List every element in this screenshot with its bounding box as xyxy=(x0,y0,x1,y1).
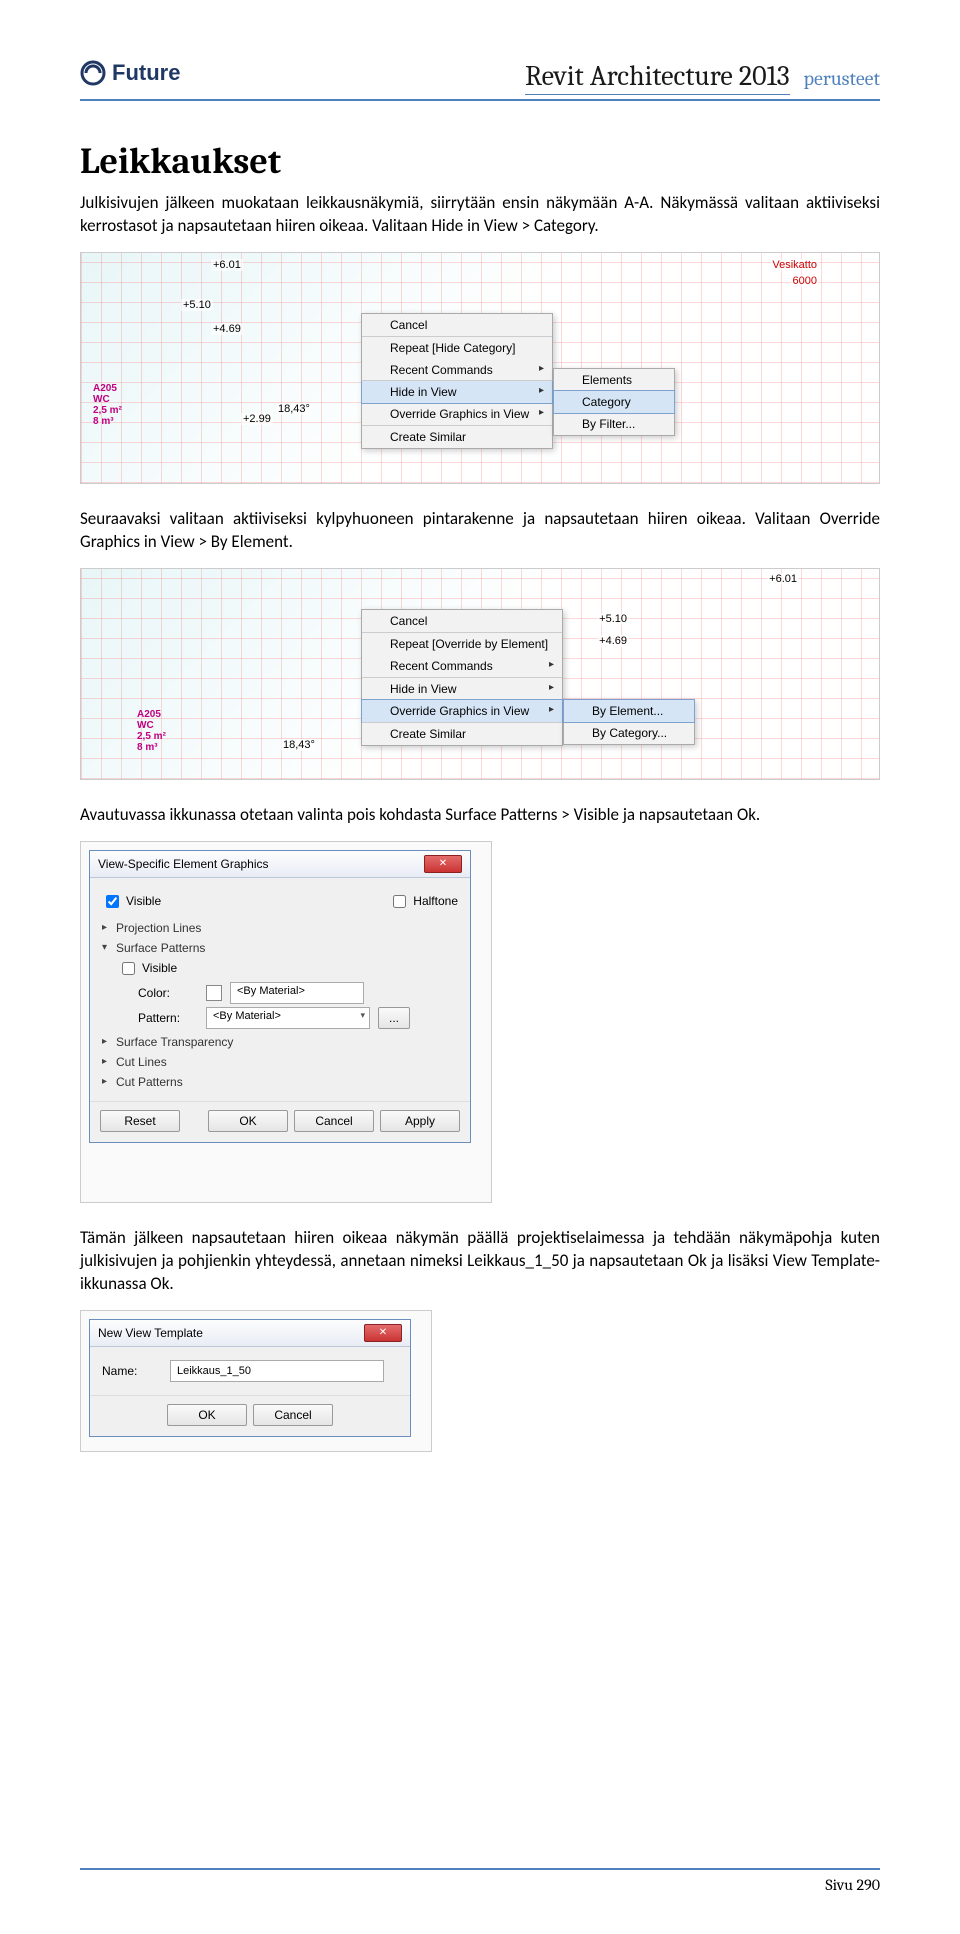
cut-lines-section[interactable]: Cut Lines xyxy=(102,1055,458,1069)
figure-override-graphics: +6.01 +5.10 +4.69 18,43° A205 WC 2,5 m² … xyxy=(80,568,880,780)
figure-view-specific-dialog: View-Specific Element Graphics ✕ Visible… xyxy=(80,841,492,1203)
menu-hide-in-view[interactable]: Hide in View xyxy=(362,677,562,700)
vesikatto-label: Vesikatto xyxy=(770,259,819,271)
dialog-titlebar: New View Template ✕ xyxy=(90,1320,410,1347)
cancel-button[interactable]: Cancel xyxy=(294,1110,374,1132)
context-submenu[interactable]: Elements Category By Filter... xyxy=(553,368,675,436)
level-label: +2.99 xyxy=(241,413,273,425)
paragraph-2: Seuraavaksi valitaan aktiiviseksi kylpyh… xyxy=(80,508,880,554)
cancel-button[interactable]: Cancel xyxy=(253,1404,333,1426)
view-specific-dialog: View-Specific Element Graphics ✕ Visible… xyxy=(89,850,471,1143)
room-wc: WC xyxy=(93,394,122,405)
room-area: 2,5 m² xyxy=(137,731,166,742)
logo: Future xyxy=(80,60,180,86)
level-label: +6.01 xyxy=(211,259,243,271)
menu-cancel[interactable]: Cancel xyxy=(362,314,552,336)
menu-cancel[interactable]: Cancel xyxy=(362,610,562,632)
angle-label: 18,43° xyxy=(276,403,312,415)
level-label: +4.69 xyxy=(597,635,629,647)
pattern-dropdown[interactable]: <By Material> xyxy=(206,1007,370,1029)
apply-button[interactable]: Apply xyxy=(380,1110,460,1132)
name-input[interactable] xyxy=(170,1360,384,1382)
room-id: A205 xyxy=(137,709,166,720)
page-number: Sivu 290 xyxy=(825,1876,880,1894)
level-label: +6.01 xyxy=(767,573,799,585)
halftone-checkbox[interactable]: Halftone xyxy=(389,892,458,911)
title-block: Revit Architecture 2013 perusteet xyxy=(525,60,880,95)
pattern-browse-button[interactable]: ... xyxy=(378,1007,410,1029)
future-logo-icon xyxy=(80,60,106,86)
close-icon[interactable]: ✕ xyxy=(364,1324,402,1342)
menu-repeat[interactable]: Repeat [Hide Category] xyxy=(362,336,552,359)
menu-hide-in-view[interactable]: Hide in View xyxy=(361,380,553,404)
room-vol: 8 m³ xyxy=(137,742,166,753)
context-menu[interactable]: Cancel Repeat [Override by Element] Rece… xyxy=(361,609,563,746)
logo-text: Future xyxy=(112,60,180,86)
submenu-by-element[interactable]: By Element... xyxy=(563,699,695,723)
menu-repeat[interactable]: Repeat [Override by Element] xyxy=(362,632,562,655)
halftone-label: Halftone xyxy=(413,894,458,908)
menu-recent[interactable]: Recent Commands xyxy=(362,359,552,381)
ok-button[interactable]: OK xyxy=(208,1110,288,1132)
context-menu[interactable]: Cancel Repeat [Hide Category] Recent Com… xyxy=(361,313,553,449)
vesikatto-value: 6000 xyxy=(791,275,819,287)
reset-button[interactable]: Reset xyxy=(100,1110,180,1132)
color-field[interactable]: <By Material> xyxy=(230,982,364,1004)
level-label: +5.10 xyxy=(597,613,629,625)
room-area: 2,5 m² xyxy=(93,405,122,416)
halftone-checkbox-input[interactable] xyxy=(393,895,406,908)
doc-title: Revit Architecture 2013 xyxy=(525,60,790,95)
context-submenu[interactable]: By Element... By Category... xyxy=(563,699,695,745)
surface-visible-checkbox[interactable]: Visible xyxy=(118,959,458,978)
paragraph-4: Tämän jälkeen napsautetaan hiiren oikeaa… xyxy=(80,1227,880,1296)
room-vol: 8 m³ xyxy=(93,416,122,427)
menu-override-graphics[interactable]: Override Graphics in View xyxy=(362,403,552,425)
menu-create-similar[interactable]: Create Similar xyxy=(362,722,562,745)
section-heading: Leikkaukset xyxy=(80,141,880,182)
paragraph-3: Avautuvassa ikkunassa otetaan valinta po… xyxy=(80,804,880,827)
room-wc: WC xyxy=(137,720,166,731)
surface-transparency-section[interactable]: Surface Transparency xyxy=(102,1035,458,1049)
visible-label: Visible xyxy=(126,894,161,908)
doc-subtitle: perusteet xyxy=(804,67,880,90)
submenu-by-filter[interactable]: By Filter... xyxy=(554,413,674,435)
color-label: Color: xyxy=(138,986,198,1000)
menu-create-similar[interactable]: Create Similar xyxy=(362,425,552,448)
visible-checkbox-input[interactable] xyxy=(106,895,119,908)
level-label: +4.69 xyxy=(211,323,243,335)
color-swatch[interactable] xyxy=(206,985,222,1001)
dialog-title: View-Specific Element Graphics xyxy=(98,857,269,871)
surface-visible-checkbox-input[interactable] xyxy=(122,962,135,975)
submenu-category[interactable]: Category xyxy=(553,390,675,414)
surface-visible-label: Visible xyxy=(142,961,177,975)
menu-recent[interactable]: Recent Commands xyxy=(362,655,562,677)
new-view-template-dialog: New View Template ✕ Name: OK Cancel xyxy=(89,1319,411,1437)
page-footer: Sivu 290 xyxy=(80,1868,880,1894)
angle-label: 18,43° xyxy=(281,739,317,751)
room-id: A205 xyxy=(93,383,122,394)
submenu-elements[interactable]: Elements xyxy=(554,369,674,391)
projection-lines-section[interactable]: Projection Lines xyxy=(102,921,458,935)
close-icon[interactable]: ✕ xyxy=(424,855,462,873)
figure-new-view-template: New View Template ✕ Name: OK Cancel xyxy=(80,1310,432,1452)
dialog-titlebar: View-Specific Element Graphics ✕ xyxy=(90,851,470,878)
figure-hide-in-view: +6.01 +5.10 +4.69 +2.99 18,43° Vesikatto… xyxy=(80,252,880,484)
ok-button[interactable]: OK xyxy=(167,1404,247,1426)
visible-checkbox[interactable]: Visible xyxy=(102,892,161,911)
level-label: +5.10 xyxy=(181,299,213,311)
page-header: Future Revit Architecture 2013 perusteet xyxy=(80,60,880,101)
submenu-by-category[interactable]: By Category... xyxy=(564,722,694,744)
dialog-title: New View Template xyxy=(98,1326,203,1340)
name-label: Name: xyxy=(102,1364,162,1378)
pattern-label: Pattern: xyxy=(138,1011,198,1025)
cut-patterns-section[interactable]: Cut Patterns xyxy=(102,1075,458,1089)
surface-patterns-section[interactable]: Surface Patterns xyxy=(102,941,458,955)
paragraph-1: Julkisivujen jälkeen muokataan leikkausn… xyxy=(80,192,880,238)
menu-override-graphics[interactable]: Override Graphics in View xyxy=(361,699,563,723)
